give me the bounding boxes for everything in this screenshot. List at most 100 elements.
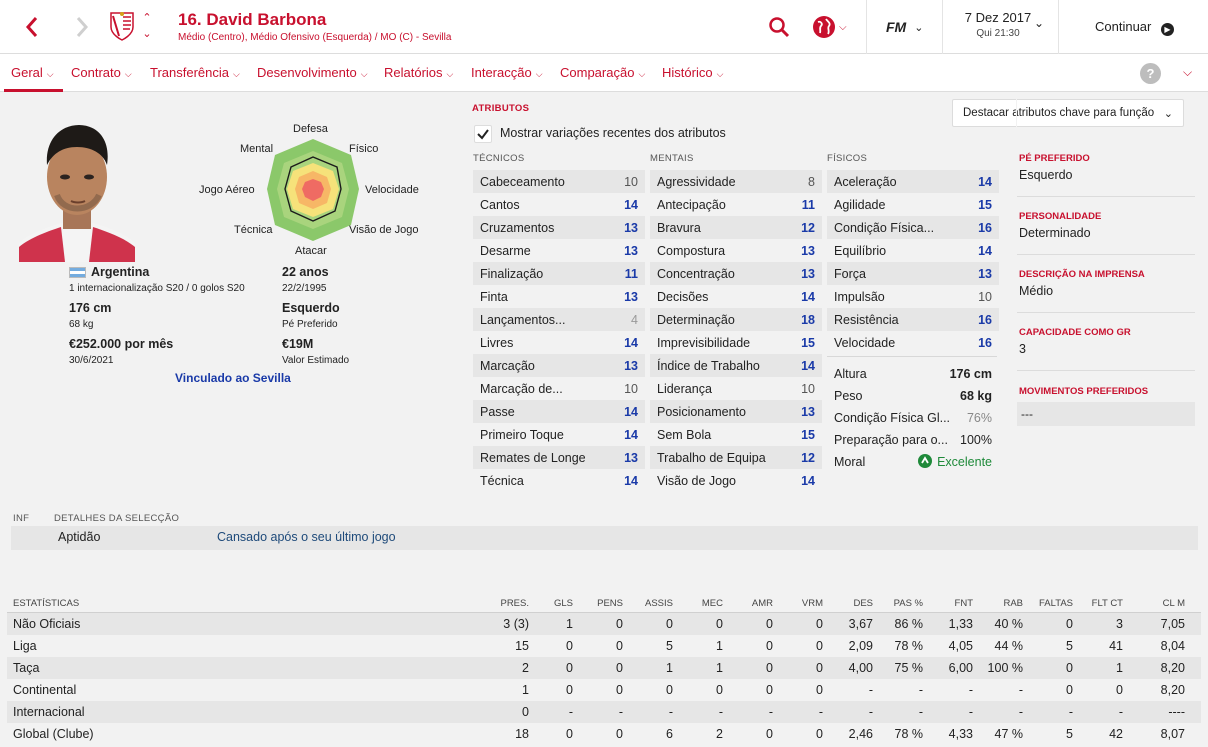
stats-row[interactable]: Continental 1 0 0 0 0 0 0 - - - - 0 0 8,20 — [7, 679, 1201, 701]
attribute-row[interactable]: Primeiro Toque 14 — [473, 423, 645, 446]
show-changes-checkbox[interactable] — [474, 125, 492, 143]
info-name: Moral — [834, 455, 866, 469]
attribute-row[interactable]: Liderança 10 — [650, 377, 822, 400]
stats-column-header[interactable]: RAB — [1003, 598, 1023, 609]
chevron-down-icon[interactable]: ⌄ — [142, 28, 151, 40]
chevron-down-icon: ⌵ — [535, 69, 543, 79]
player-switch-arrows[interactable]: ⌃ ⌄ — [140, 12, 154, 40]
attribute-row[interactable]: Cruzamentos 13 — [473, 216, 645, 239]
tab-interaccao[interactable]: Interacção ⌵ — [471, 65, 543, 80]
stats-row[interactable]: Não Oficiais 3 (3) 1 0 0 0 0 0 3,67 86 % 1,33 40 % 0… — [7, 613, 1201, 635]
club-crest-icon[interactable] — [108, 10, 136, 42]
stats-row[interactable]: Global (Clube) 18 0 0 6 2 0 0 2,46 78 % 4,33 47 % 5 4… — [7, 723, 1201, 745]
tab-desenvolvimento[interactable]: Desenvolvimento ⌵ — [257, 65, 368, 80]
attribute-row[interactable]: Concentração 13 — [650, 262, 822, 285]
attribute-row[interactable]: Aceleração 14 — [827, 170, 999, 193]
tab-contrato[interactable]: Contrato ⌵ — [71, 65, 132, 80]
stats-column-header[interactable]: DES — [853, 598, 873, 609]
attribute-row[interactable]: Remates de Longe 13 — [473, 446, 645, 469]
tab-transferencia[interactable]: Transferência ⌵ — [150, 65, 240, 80]
attribute-row[interactable]: Desarme 13 — [473, 239, 645, 262]
attribute-row[interactable]: Impulsão 10 — [827, 285, 999, 308]
attribute-row[interactable]: Antecipação 11 — [650, 193, 822, 216]
stats-cell: 2,09 — [848, 639, 873, 653]
fitness-row[interactable]: Aptidão Cansado após o seu último jogo — [11, 526, 1198, 550]
attribute-row[interactable]: Cabeceamento 10 — [473, 170, 645, 193]
tab-label: Desenvolvimento — [257, 65, 357, 80]
tab-comparacao[interactable]: Comparação ⌵ — [560, 65, 645, 80]
attribute-row[interactable]: Força 13 — [827, 262, 999, 285]
attribute-row[interactable]: Livres 14 — [473, 331, 645, 354]
attribute-row[interactable]: Imprevisibilidade 15 — [650, 331, 822, 354]
argentina-flag-icon — [69, 267, 86, 278]
attribute-row[interactable]: Visão de Jogo 14 — [650, 469, 822, 492]
tab-relatorios[interactable]: Relatórios ⌵ — [384, 65, 453, 80]
nationality[interactable]: Argentina — [91, 265, 149, 279]
stats-column-header[interactable]: CL M — [1163, 598, 1185, 609]
attribute-row[interactable]: Posicionamento 13 — [650, 400, 822, 423]
attribute-name: Antecipação — [657, 197, 726, 212]
attribute-row[interactable]: Passe 14 — [473, 400, 645, 423]
attribute-row[interactable]: Cantos 14 — [473, 193, 645, 216]
stats-column-header[interactable]: GLS — [554, 598, 573, 609]
attribute-row[interactable]: Finalização 11 — [473, 262, 645, 285]
attribute-row[interactable]: Trabalho de Equipa 12 — [650, 446, 822, 469]
attribute-row[interactable]: Agilidade 15 — [827, 193, 999, 216]
attribute-row[interactable]: Marcação 13 — [473, 354, 645, 377]
forward-button[interactable] — [70, 12, 94, 42]
attribute-row[interactable]: Velocidade 16 — [827, 331, 999, 354]
attribute-row[interactable]: Determinação 18 — [650, 308, 822, 331]
chevron-down-icon[interactable]: ⌵ — [1183, 65, 1192, 80]
attribute-row[interactable]: Decisões 14 — [650, 285, 822, 308]
stats-column-header[interactable]: AMR — [752, 598, 773, 609]
stats-cell: 5 — [1066, 727, 1073, 741]
world-menu-button[interactable]: ⌵ — [812, 15, 847, 39]
fitness-label: Aptidão — [58, 530, 101, 544]
attribute-row[interactable]: Bravura 12 — [650, 216, 822, 239]
stats-column-header[interactable]: ASSIS — [645, 598, 673, 609]
attribute-row[interactable]: Marcação de... 10 — [473, 377, 645, 400]
stats-column-header[interactable]: PAS % — [894, 598, 923, 609]
search-icon[interactable] — [768, 16, 790, 41]
attribute-row[interactable]: Sem Bola 15 — [650, 423, 822, 446]
attribute-row[interactable]: Agressividade 8 — [650, 170, 822, 193]
continue-label: Continuar — [1095, 19, 1152, 34]
stats-column-header[interactable]: MEC — [702, 598, 723, 609]
attribute-row[interactable]: Lançamentos... 4 — [473, 308, 645, 331]
attribute-name: Lançamentos... — [480, 312, 566, 327]
attribute-row[interactable]: Técnica 14 — [473, 469, 645, 492]
stats-column-header[interactable]: PENS — [597, 598, 623, 609]
attribute-row[interactable]: Resistência 16 — [827, 308, 999, 331]
contract-end: 30/6/2021 — [69, 355, 114, 366]
stats-column-header[interactable]: FLT CT — [1092, 598, 1123, 609]
help-icon[interactable]: ? — [1140, 63, 1161, 84]
chevron-down-icon[interactable]: ⌄ — [1034, 16, 1044, 30]
tab-historico[interactable]: Histórico ⌵ — [662, 65, 723, 80]
attribute-row[interactable]: Compostura 13 — [650, 239, 822, 262]
game-date[interactable]: 7 Dez 2017 Qui 21:30 — [948, 10, 1048, 39]
stats-column-header[interactable]: VRM — [802, 598, 823, 609]
back-button[interactable] — [20, 12, 44, 42]
fm-menu-button[interactable]: FM ⌄ — [886, 19, 923, 35]
stats-row[interactable]: Liga 15 0 0 5 1 0 0 2,09 78 % 4,05 44 % 5 41 8,04 — [7, 635, 1201, 657]
physical-info-row: Altura 176 cm — [827, 363, 999, 385]
chevron-up-icon[interactable]: ⌃ — [142, 12, 151, 24]
attribute-row[interactable]: Finta 13 — [473, 285, 645, 308]
stats-row[interactable]: Taça 2 0 0 1 1 0 0 4,00 75 % 6,00 100 % 0 1 8,20 — [7, 657, 1201, 679]
stats-column-header[interactable]: PRES. — [500, 598, 529, 609]
stats-cell: - — [718, 705, 723, 719]
active-tab-indicator — [4, 89, 63, 92]
stats-column-header[interactable]: FNT — [955, 598, 973, 609]
stats-cell: 0 — [1066, 683, 1073, 697]
stats-row[interactable]: Internacional 0- - - - - - - - - - - - ---- — [7, 701, 1201, 723]
attribute-name: Força — [834, 266, 866, 281]
attribute-row[interactable]: Condição Física... 16 — [827, 216, 999, 239]
stats-column-header[interactable]: FALTAS — [1039, 598, 1073, 609]
highlight-key-attributes-dropdown[interactable]: Destacar atributos chave para função ⌄ — [952, 99, 1184, 127]
club-link[interactable]: Vinculado ao Sevilla — [175, 371, 291, 385]
tab-geral[interactable]: Geral ⌵ — [11, 65, 54, 80]
attribute-row[interactable]: Índice de Trabalho 14 — [650, 354, 822, 377]
attribute-row[interactable]: Equilíbrio 14 — [827, 239, 999, 262]
attribute-value: 16 — [978, 312, 992, 327]
continue-button[interactable]: Continuar ▶ — [1095, 19, 1174, 36]
